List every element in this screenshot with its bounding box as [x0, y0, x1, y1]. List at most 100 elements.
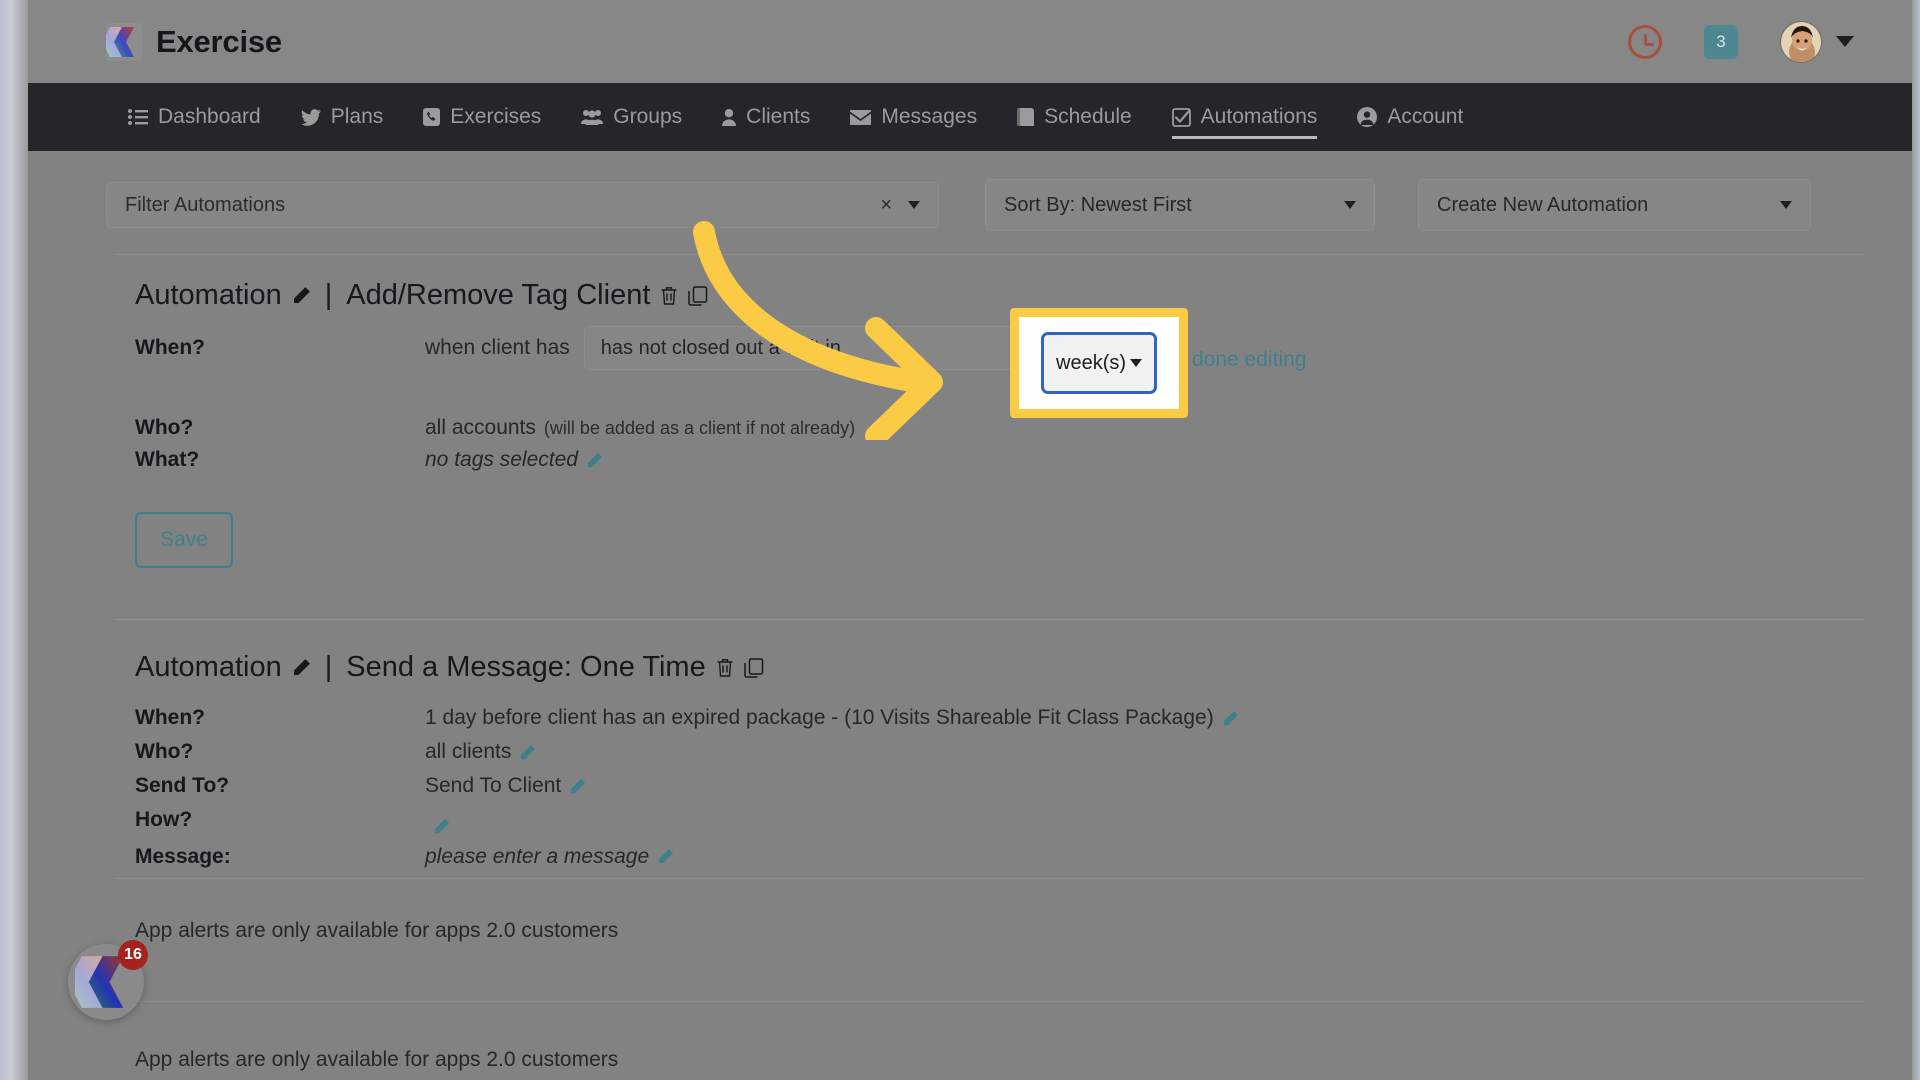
- nav-item-label: Groups: [613, 105, 683, 128]
- nav-item-groups[interactable]: Groups: [561, 83, 702, 151]
- automation-card-send-message: Automation | Send a Message: One Time Wh…: [135, 651, 1239, 869]
- chevron-down-icon[interactable]: [1780, 201, 1792, 209]
- automations-toolbar: Filter Automations × Sort By: Newest Fir…: [106, 178, 1862, 232]
- book-icon: [1017, 108, 1035, 126]
- unread-count-badge[interactable]: 16: [118, 940, 148, 970]
- envelope-icon: [850, 109, 872, 125]
- pencil-icon[interactable]: [292, 286, 311, 305]
- app-alert-message: App alerts are only available for apps 2…: [135, 919, 619, 942]
- clear-filter-icon[interactable]: ×: [880, 194, 908, 217]
- nav-item-label: Dashboard: [158, 105, 261, 128]
- header-actions: 3: [1628, 20, 1854, 63]
- done-editing-link[interactable]: done editing: [1192, 348, 1306, 372]
- automation-name: Add/Remove Tag Client: [346, 279, 651, 311]
- time-unit-value: week(s): [1056, 351, 1127, 374]
- automation-title-row: Automation | Add/Remove Tag Client: [135, 279, 1128, 312]
- row-label: When?: [135, 706, 205, 729]
- row-label: Send To?: [135, 774, 230, 797]
- trigger-condition-select[interactable]: has not closed out a visit in: [583, 326, 1012, 370]
- automation-prefix: Automation: [135, 279, 282, 311]
- save-button[interactable]: Save: [135, 512, 233, 568]
- duplicate-icon[interactable]: [743, 657, 764, 678]
- when-prefix-text: when client has: [425, 336, 570, 359]
- pencil-icon[interactable]: [519, 744, 536, 761]
- browser-left-edge: [0, 0, 28, 1080]
- row-value-text: please enter a message: [425, 844, 650, 868]
- row-value: 1 day before client has an expired packa…: [425, 706, 1239, 730]
- chevron-down-icon[interactable]: [908, 201, 920, 209]
- who-note: (will be added as a client if not alread…: [543, 417, 856, 438]
- app-header: Exercise 3: [28, 0, 1912, 83]
- filter-automations-placeholder: Filter Automations: [125, 193, 286, 216]
- nav-item-plans[interactable]: Plans: [281, 83, 404, 151]
- automation-title-row: Automation | Send a Message: One Time: [135, 651, 1239, 684]
- floating-help-widget[interactable]: 16: [68, 940, 148, 1020]
- when-row: When? 1 day before client has an expired…: [135, 706, 1239, 730]
- duplicate-icon[interactable]: [688, 285, 708, 306]
- divider: [114, 619, 1864, 620]
- nav-item-schedule[interactable]: Schedule: [997, 83, 1152, 151]
- account-menu[interactable]: [1780, 20, 1854, 63]
- trigger-condition-value: has not closed out a visit in: [600, 336, 841, 359]
- what-value: no tags selected: [425, 448, 603, 472]
- chevron-down-icon[interactable]: [1130, 359, 1142, 367]
- who-value: all accounts (will be added as a client …: [425, 416, 855, 440]
- trash-icon[interactable]: [716, 658, 734, 678]
- nav-item-label: Exercises: [450, 105, 542, 128]
- nav-item-label: Plans: [330, 105, 384, 128]
- row-value: [425, 818, 450, 835]
- create-new-automation-select[interactable]: Create New Automation: [1418, 179, 1811, 231]
- pencil-icon[interactable]: [569, 778, 586, 795]
- brand-name: Exercise: [156, 23, 282, 59]
- main-nav: Dashboard Plans Exercises Groups Clients…: [28, 83, 1912, 151]
- check-box-icon: [1171, 107, 1191, 127]
- trash-icon[interactable]: [660, 286, 678, 306]
- divider: [114, 878, 1864, 879]
- what-label: What?: [135, 448, 200, 471]
- row-label: How?: [135, 808, 193, 831]
- annotation-highlight-box: week(s): [1010, 308, 1188, 418]
- nav-item-clients[interactable]: Clients: [702, 83, 830, 151]
- row-value-text: Send To Client: [425, 774, 562, 797]
- what-row: What? no tags selected: [135, 448, 1128, 472]
- chevron-down-icon[interactable]: [1836, 36, 1854, 47]
- pencil-icon[interactable]: [433, 818, 450, 835]
- brand[interactable]: Exercise: [106, 22, 282, 61]
- person-icon: [722, 108, 737, 126]
- sort-by-select[interactable]: Sort By: Newest First: [985, 179, 1375, 231]
- time-unit-select[interactable]: week(s): [1041, 332, 1157, 394]
- row-value: please enter a message: [425, 845, 674, 869]
- pencil-icon[interactable]: [1222, 710, 1239, 727]
- row-value-text: all clients: [425, 740, 512, 763]
- who-value-text: all accounts: [425, 416, 536, 439]
- nav-items: Dashboard Plans Exercises Groups Clients…: [108, 83, 1483, 151]
- exercise-logo-icon: [106, 22, 142, 61]
- row-value: all clients: [425, 740, 536, 764]
- page-content: Filter Automations × Sort By: Newest Fir…: [28, 151, 1912, 1080]
- who-row: Who? all clients: [135, 740, 1239, 764]
- who-label: Who?: [135, 416, 194, 439]
- pencil-icon[interactable]: [292, 658, 311, 677]
- pencil-icon[interactable]: [586, 452, 603, 469]
- automation-prefix: Automation: [135, 651, 282, 683]
- notification-count-badge[interactable]: 3: [1704, 24, 1738, 59]
- automation-card-add-remove-tag: Automation | Add/Remove Tag Client When?…: [135, 279, 1128, 568]
- nav-item-exercises[interactable]: Exercises: [403, 83, 561, 151]
- nav-item-dashboard[interactable]: Dashboard: [108, 83, 281, 151]
- nav-item-label: Account: [1387, 105, 1464, 128]
- nav-item-messages[interactable]: Messages: [830, 83, 997, 151]
- chevron-down-icon[interactable]: [1344, 201, 1356, 209]
- phone-icon: [423, 108, 441, 126]
- nav-item-label: Automations: [1200, 105, 1318, 128]
- list-icon: [128, 109, 148, 125]
- pencil-icon[interactable]: [657, 848, 674, 865]
- nav-item-account[interactable]: Account: [1337, 83, 1483, 151]
- nav-item-label: Clients: [746, 105, 811, 128]
- clock-icon[interactable]: [1628, 24, 1662, 59]
- user-avatar[interactable]: [1780, 20, 1822, 63]
- divider: [114, 254, 1864, 255]
- title-separator: |: [324, 651, 333, 683]
- filter-automations-select[interactable]: Filter Automations ×: [106, 182, 939, 228]
- nav-item-automations[interactable]: Automations: [1152, 83, 1338, 151]
- app-alert-message: App alerts are only available for apps 2…: [135, 1048, 619, 1071]
